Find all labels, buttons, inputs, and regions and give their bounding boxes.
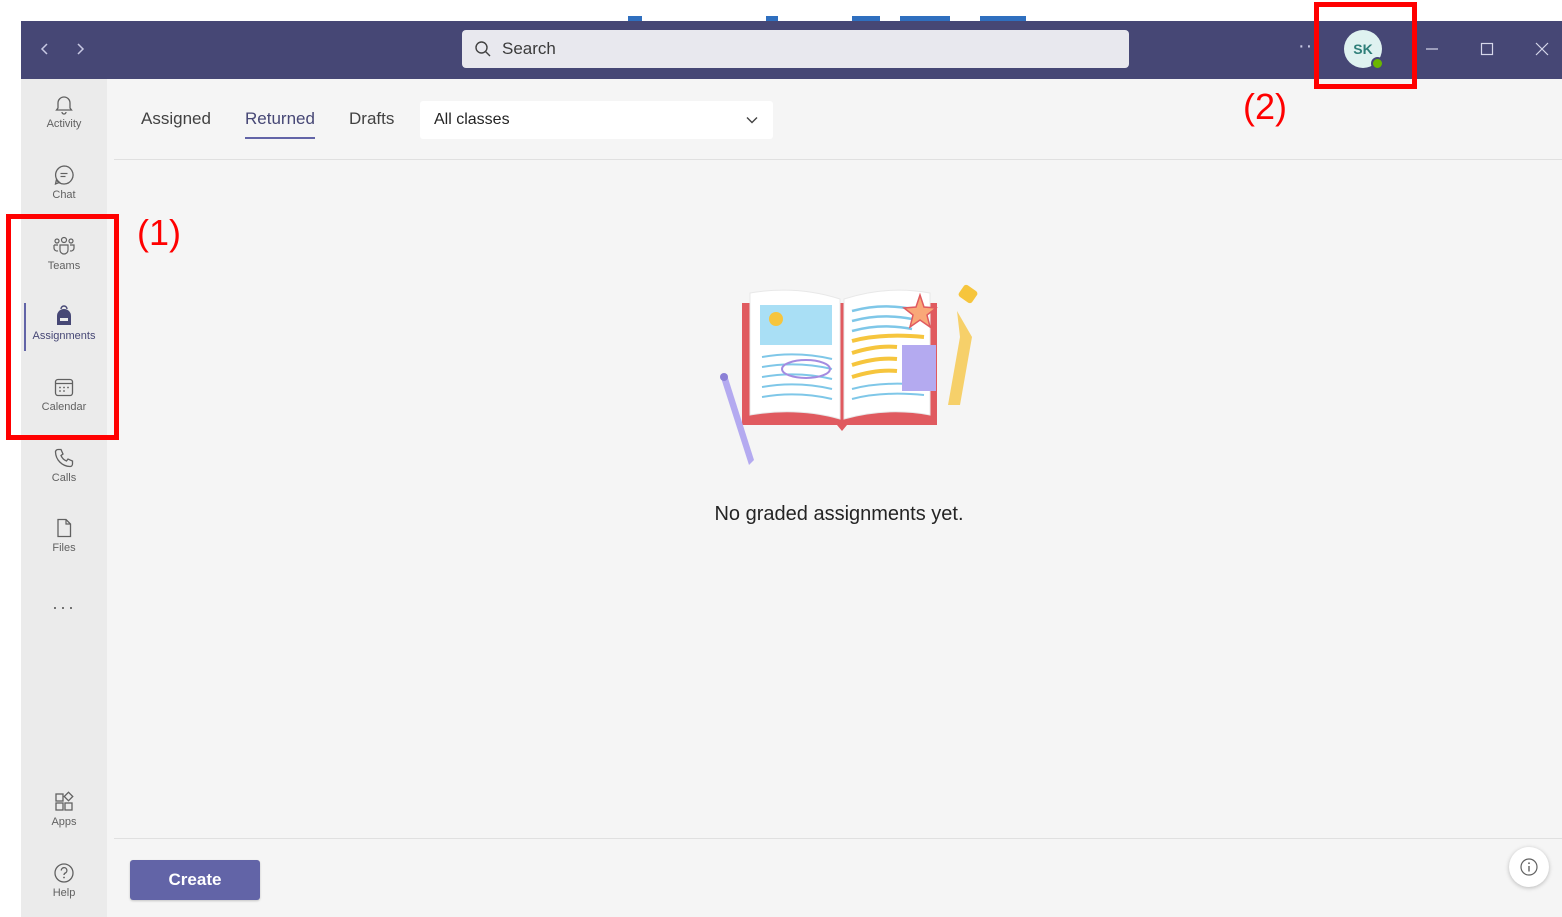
teams-window: ··· SK Activity Chat Teams Ass bbox=[21, 21, 1562, 917]
chevron-right-icon bbox=[77, 43, 85, 55]
close-icon bbox=[1535, 42, 1549, 56]
minimize-icon bbox=[1426, 48, 1438, 50]
info-button[interactable] bbox=[1509, 847, 1549, 887]
tab-drafts[interactable]: Drafts bbox=[349, 109, 394, 129]
rail-item-activity[interactable]: Activity bbox=[21, 83, 107, 147]
apps-icon bbox=[55, 791, 74, 811]
callout-label-1: (1) bbox=[137, 212, 181, 253]
tab-assigned[interactable]: Assigned bbox=[141, 109, 211, 129]
bell-icon bbox=[55, 96, 73, 115]
chat-icon bbox=[54, 165, 74, 186]
rail-item-chat[interactable]: Chat bbox=[21, 154, 107, 218]
info-icon bbox=[1520, 858, 1538, 876]
file-icon bbox=[57, 518, 72, 538]
chevron-down-icon bbox=[746, 117, 758, 124]
help-icon bbox=[54, 863, 74, 883]
rail-item-calls[interactable]: Calls bbox=[21, 437, 107, 501]
header-divider bbox=[114, 159, 1562, 160]
maximize-icon bbox=[1480, 42, 1494, 56]
close-button[interactable] bbox=[1528, 35, 1556, 63]
forward-button[interactable] bbox=[69, 38, 91, 60]
rail-item-help[interactable]: Help bbox=[21, 852, 107, 916]
app-rail: Activity Chat Teams Assignments Calendar… bbox=[21, 79, 107, 917]
rail-item-label: Calls bbox=[51, 472, 77, 484]
chevron-left-icon bbox=[40, 43, 48, 55]
class-filter-dropdown[interactable]: All classes bbox=[420, 101, 773, 139]
back-button[interactable] bbox=[34, 38, 56, 60]
rail-item-label: Chat bbox=[52, 189, 76, 201]
callout-box-2 bbox=[1314, 2, 1417, 89]
footer-divider bbox=[114, 838, 1562, 839]
more-apps-button[interactable]: ··· bbox=[21, 597, 107, 618]
rail-item-label: Apps bbox=[51, 816, 77, 828]
rail-item-label: Files bbox=[52, 542, 76, 554]
rail-item-label: Activity bbox=[46, 118, 82, 130]
callout-label-2: (2) bbox=[1243, 86, 1287, 127]
class-filter-value: All classes bbox=[434, 111, 510, 128]
search-icon bbox=[475, 41, 491, 57]
open-book-illustration bbox=[720, 284, 978, 465]
empty-state-message: No graded assignments yet. bbox=[714, 503, 964, 525]
rail-item-files[interactable]: Files bbox=[21, 507, 107, 571]
maximize-button[interactable] bbox=[1473, 35, 1501, 63]
phone-icon bbox=[54, 448, 74, 468]
search-input[interactable] bbox=[500, 38, 1064, 60]
tab-returned[interactable]: Returned bbox=[245, 109, 315, 139]
minimize-button[interactable] bbox=[1418, 35, 1446, 63]
rail-item-apps[interactable]: Apps bbox=[21, 781, 107, 845]
search-box[interactable] bbox=[462, 30, 1129, 68]
callout-box-1 bbox=[6, 214, 119, 440]
rail-item-label: Help bbox=[52, 887, 76, 899]
create-button[interactable]: Create bbox=[130, 860, 260, 900]
